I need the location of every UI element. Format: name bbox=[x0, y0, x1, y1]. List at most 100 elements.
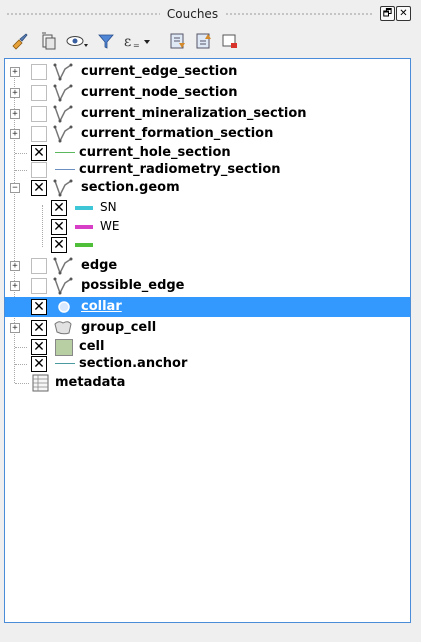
layer-row-edge[interactable]: + edge bbox=[5, 256, 410, 276]
layer-tree[interactable]: + current_edge_section + current_node_se… bbox=[4, 58, 411, 623]
close-button[interactable]: ✕ bbox=[396, 6, 411, 21]
float-button[interactable]: 🗗 bbox=[380, 6, 395, 21]
expand-icon[interactable]: + bbox=[10, 129, 20, 139]
filter-expression-icon: ε = bbox=[124, 34, 150, 50]
svg-text:=: = bbox=[133, 41, 140, 50]
layer-row-section-geom[interactable]: − ✕ section.geom bbox=[5, 178, 410, 198]
titlebar-grip-right[interactable] bbox=[225, 12, 373, 16]
layer-checkbox[interactable]: ✕ bbox=[31, 320, 47, 336]
layer-checkbox[interactable]: ✕ bbox=[31, 180, 47, 196]
layer-label: current_edge_section bbox=[81, 64, 238, 79]
line-symbol-icon bbox=[55, 169, 75, 171]
layer-label: group_cell bbox=[81, 320, 157, 335]
layer-checkbox[interactable] bbox=[31, 278, 47, 294]
layer-row-section-anchor[interactable]: ✕ section.anchor bbox=[5, 354, 410, 374]
add-group-icon bbox=[42, 32, 56, 50]
legend-color-swatch bbox=[75, 206, 93, 210]
line-geometry-icon bbox=[53, 257, 73, 275]
expand-icon[interactable]: + bbox=[10, 67, 20, 77]
tree-connector bbox=[15, 347, 27, 348]
layer-checkbox[interactable] bbox=[31, 162, 47, 178]
style-manager-button[interactable] bbox=[10, 31, 30, 51]
tree-connector bbox=[15, 153, 27, 154]
layer-label: current_hole_section bbox=[79, 145, 231, 160]
layer-label: possible_edge bbox=[81, 278, 185, 293]
legend-label: WE bbox=[100, 219, 120, 233]
layer-row-group-cell[interactable]: + ✕ group_cell bbox=[5, 318, 410, 338]
layer-checkbox[interactable] bbox=[31, 126, 47, 142]
legend-color-swatch bbox=[75, 225, 93, 229]
line-geometry-icon bbox=[53, 125, 73, 143]
line-symbol-swatch bbox=[55, 169, 75, 170]
layer-checkbox[interactable] bbox=[31, 106, 47, 122]
style-manager-icon bbox=[12, 33, 28, 50]
line-geometry-icon bbox=[53, 84, 73, 102]
table-icon bbox=[32, 374, 49, 392]
legend-row-unnamed[interactable]: ✕ bbox=[5, 235, 410, 255]
polygon-geometry-icon bbox=[54, 321, 72, 335]
titlebar-grip-left[interactable] bbox=[6, 12, 160, 16]
expand-all-button[interactable] bbox=[168, 31, 188, 51]
line-geometry-icon bbox=[53, 179, 73, 197]
collapse-all-button[interactable] bbox=[194, 31, 214, 51]
filter-expression-button[interactable]: ε = bbox=[122, 31, 152, 51]
layer-checkbox[interactable]: ✕ bbox=[31, 356, 47, 372]
layer-row-current-radiometry-section[interactable]: current_radiometry_section bbox=[5, 160, 410, 180]
remove-layer-icon bbox=[222, 34, 237, 48]
expand-icon[interactable]: + bbox=[10, 88, 20, 98]
legend-row-we[interactable]: ✕ WE bbox=[5, 217, 410, 237]
legend-row-sn[interactable]: ✕ SN bbox=[5, 198, 410, 218]
layer-checkbox[interactable] bbox=[31, 258, 47, 274]
layer-label: current_formation_section bbox=[81, 126, 274, 141]
tree-connector bbox=[15, 364, 27, 365]
close-icon: ✕ bbox=[399, 8, 408, 19]
legend-checkbox[interactable]: ✕ bbox=[51, 237, 67, 253]
svg-text:ε: ε bbox=[124, 34, 131, 50]
legend-label: SN bbox=[100, 200, 117, 214]
layer-row-current-formation-section[interactable]: + current_formation_section bbox=[5, 124, 410, 144]
layer-row-collar[interactable]: ✕ collar bbox=[5, 297, 410, 317]
line-geometry-icon bbox=[53, 63, 73, 81]
collapse-all-icon bbox=[196, 33, 211, 49]
expand-icon[interactable]: + bbox=[10, 109, 20, 119]
expand-icon[interactable]: + bbox=[10, 281, 20, 291]
expand-icon[interactable]: + bbox=[10, 323, 20, 333]
layer-row-current-mineralization-section[interactable]: + current_mineralization_section bbox=[5, 104, 410, 124]
layer-checkbox[interactable]: ✕ bbox=[31, 339, 47, 355]
visibility-button[interactable] bbox=[66, 31, 90, 51]
legend-checkbox[interactable]: ✕ bbox=[51, 219, 67, 235]
layer-label: section.geom bbox=[81, 180, 180, 195]
filter-button[interactable] bbox=[96, 31, 116, 51]
layer-label: section.anchor bbox=[79, 356, 188, 371]
line-symbol-swatch bbox=[55, 152, 75, 153]
layer-label: cell bbox=[79, 339, 105, 354]
expand-all-icon bbox=[170, 33, 185, 49]
line-symbol-icon bbox=[55, 152, 75, 154]
layer-checkbox[interactable] bbox=[31, 64, 47, 80]
layer-row-possible-edge[interactable]: + possible_edge bbox=[5, 276, 410, 296]
layer-checkbox[interactable]: ✕ bbox=[31, 145, 47, 161]
layer-label: current_radiometry_section bbox=[79, 162, 281, 177]
remove-layer-button[interactable] bbox=[220, 31, 240, 51]
layer-row-metadata[interactable]: metadata bbox=[5, 373, 410, 393]
collapse-icon[interactable]: − bbox=[10, 183, 20, 193]
legend-checkbox[interactable]: ✕ bbox=[51, 200, 67, 216]
layer-row-current-node-section[interactable]: + current_node_section bbox=[5, 83, 410, 103]
panel-footer bbox=[4, 625, 409, 639]
tree-connector bbox=[15, 170, 27, 171]
line-symbol-icon bbox=[55, 363, 75, 365]
layer-row-current-edge-section[interactable]: + current_edge_section bbox=[5, 62, 410, 82]
layer-checkbox[interactable]: ✕ bbox=[31, 299, 47, 315]
point-symbol-icon bbox=[58, 301, 70, 313]
layer-checkbox[interactable] bbox=[31, 85, 47, 101]
layer-label: current_node_section bbox=[81, 85, 238, 100]
add-group-button[interactable] bbox=[38, 31, 58, 51]
expand-icon[interactable]: + bbox=[10, 261, 20, 271]
layer-label: edge bbox=[81, 258, 118, 273]
tree-connector bbox=[15, 383, 29, 384]
layer-label: current_mineralization_section bbox=[81, 106, 307, 121]
float-icon: 🗗 bbox=[382, 8, 393, 19]
line-symbol-swatch bbox=[55, 363, 75, 364]
panel-title: Couches bbox=[166, 7, 219, 21]
legend-color-swatch bbox=[75, 243, 93, 247]
